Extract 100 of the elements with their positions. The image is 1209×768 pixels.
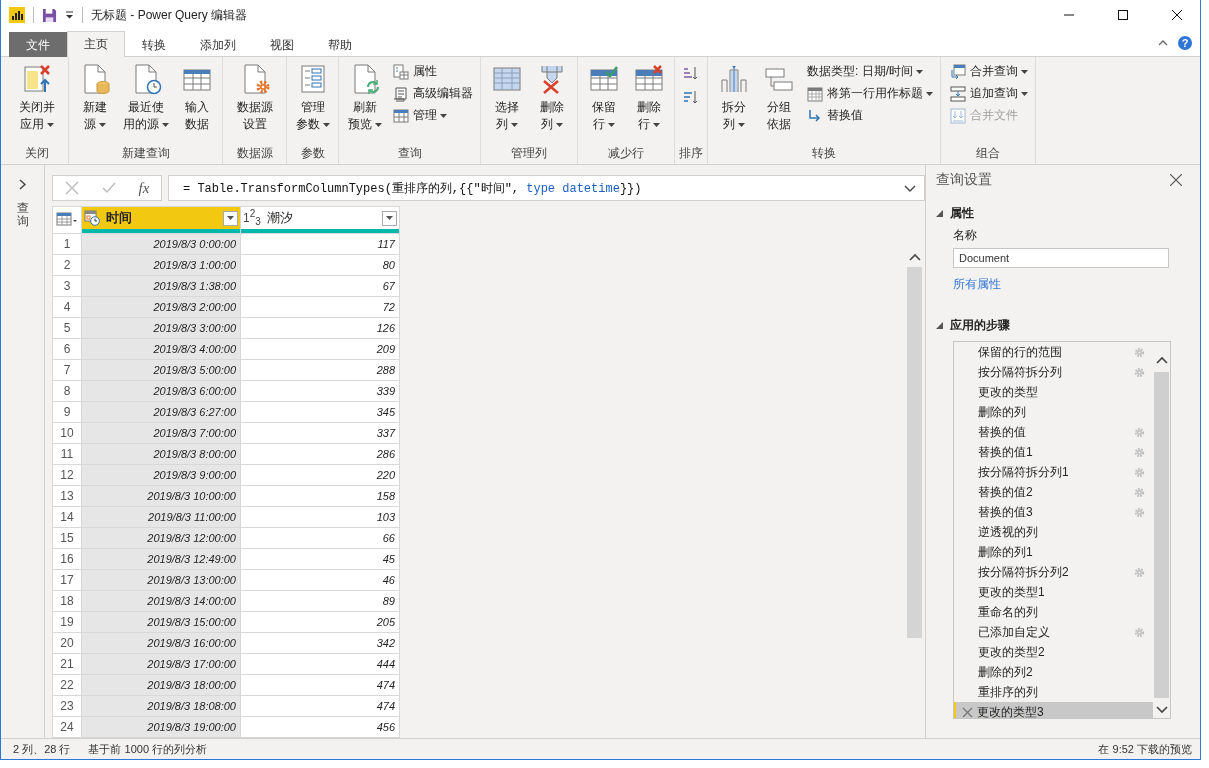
ribbon-button[interactable]: 追加查询 (947, 83, 1031, 104)
row-number: 13 (52, 485, 82, 507)
table-cell: 474 (240, 695, 400, 717)
ribbon-button[interactable]: 替换值 (804, 105, 936, 126)
step-label: 更改的类型1 (978, 583, 1046, 601)
applied-step[interactable]: 按分隔符拆分列 (954, 362, 1153, 382)
applied-step[interactable]: 保留的行的范围 (954, 342, 1153, 362)
table-cell: 342 (240, 632, 400, 654)
section-heading: 应用的步骤 (950, 317, 1010, 334)
ribbon-tab[interactable]: 添加列 (183, 32, 253, 57)
all-properties-link[interactable]: 所有属性 (953, 276, 1001, 293)
file-menu-tab[interactable]: 文件 (9, 32, 67, 57)
ribbon-button[interactable]: 数据源设置 (227, 61, 282, 135)
ribbon-button[interactable]: 最近使用的源 (118, 61, 173, 135)
table-cell: 209 (240, 338, 400, 360)
applied-step[interactable]: 按分隔符拆分列2 (954, 562, 1153, 582)
ribbon-button[interactable]: 将第一行用作标题 (804, 83, 936, 104)
ribbon-group-label: 管理列 (510, 145, 548, 162)
table-cell: 66 (240, 527, 400, 549)
ribbon-button[interactable]: 删除列 (530, 61, 573, 135)
applied-step[interactable]: 替换的值2 (954, 482, 1153, 502)
table-cell: 339 (240, 380, 400, 402)
row-number: 22 (52, 674, 82, 696)
section-heading: 属性 (950, 205, 974, 222)
ribbon-button[interactable]: 管理参数 (291, 61, 334, 135)
applied-step[interactable]: 逆透视的列 (954, 522, 1153, 542)
queries-pane-label[interactable]: 查询 (16, 202, 29, 229)
ribbon-button[interactable]: 分组依据 (757, 61, 800, 135)
ribbon-tab[interactable]: 视图 (253, 32, 311, 57)
column-header[interactable]: 1$^{2}$$_{3}$ 潮汐 (241, 207, 399, 233)
step-label: 逆透视的列 (978, 523, 1039, 541)
table-cell: 456 (240, 716, 400, 738)
name-field[interactable]: Document (953, 248, 1169, 268)
applied-step[interactable]: 按分隔符拆分列1 (954, 462, 1153, 482)
row-number: 2 (52, 254, 82, 276)
help-button[interactable]: ? (1178, 36, 1192, 50)
table-cell: 117 (240, 233, 400, 255)
ribbon-group-label: 排序 (679, 145, 703, 162)
applied-step[interactable]: 更改的类型1 (954, 582, 1153, 602)
applied-step[interactable]: 重排序的列 (954, 682, 1153, 702)
table-cell: 103 (240, 506, 400, 528)
insert-function-button[interactable]: fx (138, 179, 150, 197)
row-number: 12 (52, 464, 82, 486)
table-cell: 205 (240, 611, 400, 633)
applied-step[interactable]: 更改的类型3 (954, 702, 1153, 718)
applied-step[interactable]: 更改的类型2 (954, 642, 1153, 662)
row-number: 4 (52, 296, 82, 318)
step-label: 替换的值3 (978, 503, 1034, 521)
table-cell: 46 (240, 569, 400, 591)
table-cell: 126 (240, 317, 400, 339)
step-label: 按分隔符拆分列 (978, 363, 1063, 381)
applied-step[interactable]: 替换的值 (954, 422, 1153, 442)
ribbon-button[interactable]: 管理 (390, 105, 476, 126)
applied-step[interactable]: 已添加自定义 (954, 622, 1153, 642)
row-number: 1 (52, 233, 82, 255)
table-cell: 337 (240, 422, 400, 444)
ribbon-button[interactable]: 数据类型: 日期/时间 (804, 61, 936, 82)
row-number: 5 (52, 317, 82, 339)
column-name: 潮汐 (266, 209, 294, 227)
ribbon-tab[interactable]: 转换 (125, 32, 183, 57)
row-number: 16 (52, 548, 82, 570)
row-number: 14 (52, 506, 82, 528)
table-cell: 288 (240, 359, 400, 381)
ribbon-button[interactable]: 输入数据 (175, 61, 218, 135)
ribbon-button[interactable]: 高级编辑器 (390, 83, 476, 104)
ribbon-tab[interactable]: 主页 (67, 31, 125, 57)
applied-step[interactable]: 删除的列1 (954, 542, 1153, 562)
step-label: 更改的类型3 (977, 703, 1045, 718)
applied-step[interactable]: 删除的列 (954, 402, 1153, 422)
formula-field[interactable]: = Table.TransformColumnTypes(重排序的列,{{"时间", type datetime}}) (168, 175, 925, 201)
table-cell: 67 (240, 275, 400, 297)
ribbon-button[interactable]: 选择列 (485, 61, 528, 135)
row-number: 17 (52, 569, 82, 591)
step-label: 删除的列1 (978, 543, 1034, 561)
field-label: 名称 (953, 227, 978, 244)
ribbon-button[interactable]: 属性 (390, 61, 476, 82)
row-number: 15 (52, 527, 82, 549)
table-cell: 2019/8/3 0:00:00 (81, 233, 241, 255)
applied-step[interactable]: 重命名的列 (954, 602, 1153, 622)
table-cell: 345 (240, 401, 400, 423)
step-label: 按分隔符拆分列1 (978, 463, 1070, 481)
ribbon-button[interactable]: 保留行 (582, 61, 625, 135)
applied-step[interactable]: 替换的值1 (954, 442, 1153, 462)
row-number: 11 (52, 443, 82, 465)
ribbon-button[interactable]: 合并查询 (947, 61, 1031, 82)
row-number: 6 (52, 338, 82, 360)
column-header[interactable]: 时间 (82, 207, 240, 233)
applied-step[interactable]: 替换的值3 (954, 502, 1153, 522)
applied-step[interactable]: 删除的列2 (954, 662, 1153, 682)
ribbon-button[interactable]: 拆分列 (712, 61, 755, 135)
ribbon-button[interactable]: 删除行 (627, 61, 670, 135)
ribbon-button[interactable]: 关闭并应用 (9, 61, 64, 135)
status-text: 2 列、28 行 (13, 741, 71, 757)
ribbon-button[interactable]: 刷新预览 (343, 61, 386, 135)
ribbon-tab[interactable]: 帮助 (311, 32, 369, 57)
ribbon-group-label: 转换 (811, 145, 837, 162)
applied-step[interactable]: 更改的类型 (954, 382, 1153, 402)
step-label: 替换的值2 (978, 483, 1034, 501)
ribbon-button[interactable]: 新建源 (73, 61, 116, 135)
status-text: 在 9:52 下载的预览 (1098, 741, 1192, 757)
